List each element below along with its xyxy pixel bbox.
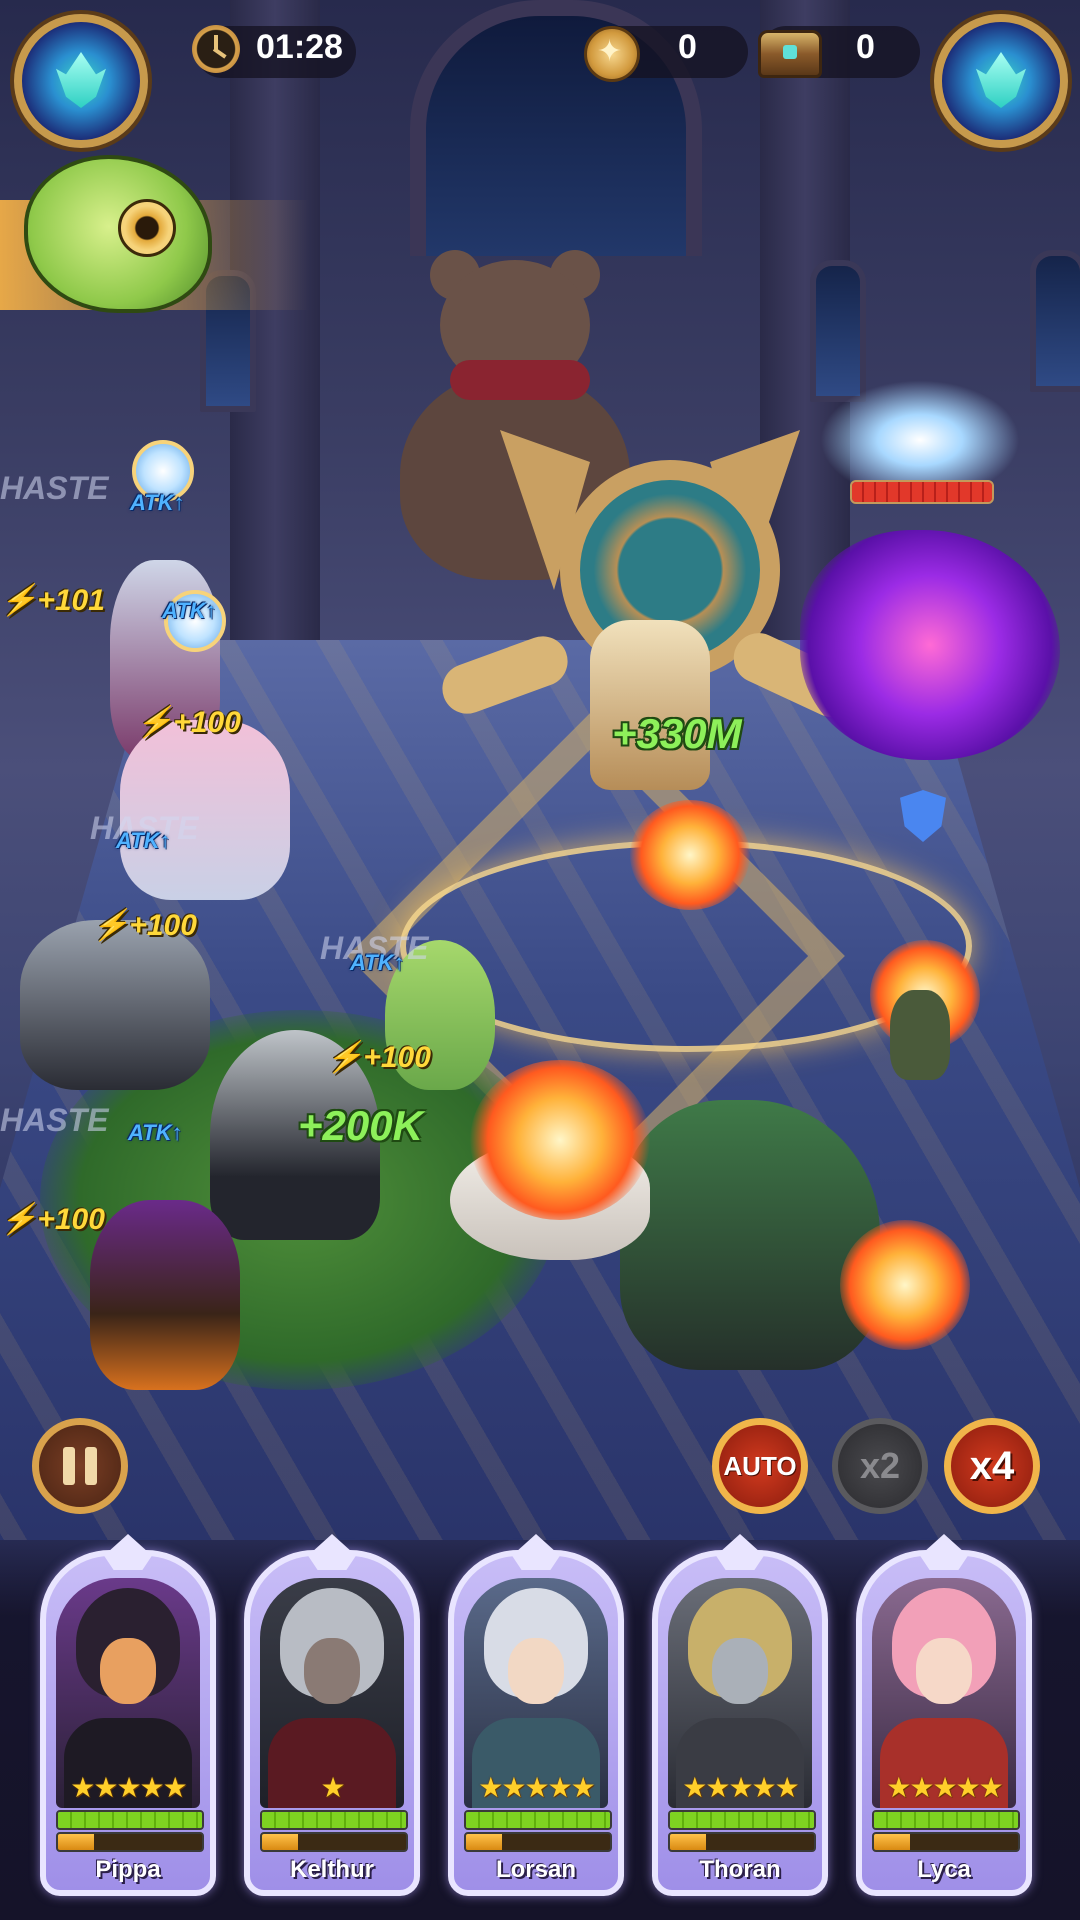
haste-text: HASTE: [0, 1102, 109, 1138]
treant-enemy[interactable]: [620, 1100, 880, 1370]
energy-gain-text: ⚡+100: [136, 706, 241, 739]
hero-card-pippa[interactable]: ★★★★★ Pippa: [40, 1534, 216, 1896]
heal-number-team: +200K: [298, 1102, 423, 1149]
clock-icon: [192, 25, 240, 73]
chest-count: 0: [856, 28, 875, 66]
hero-hp-bar: [56, 1810, 204, 1830]
hero-energy-bar: [260, 1832, 408, 1852]
energy-gain-text: ⚡+101: [0, 584, 105, 617]
fire-effect: [840, 1220, 970, 1350]
boss-golden-guardian[interactable]: [435, 420, 865, 820]
guild-emblem-right[interactable]: [934, 14, 1068, 148]
auto-battle-button[interactable]: AUTO: [712, 1418, 808, 1514]
heal-number-boss: +330M: [612, 710, 742, 757]
enemy-hp-bar: [850, 480, 994, 504]
lorsan-unit[interactable]: [20, 920, 210, 1090]
hero-hp-bar: [464, 1810, 612, 1830]
coin-icon: [584, 26, 640, 82]
pause-icon: [63, 1447, 75, 1485]
hero-card-kelthur[interactable]: ★ Kelthur: [244, 1534, 420, 1896]
atk-buff-text: ATK↑: [128, 1120, 183, 1145]
atk-buff-text: ATK↑: [350, 950, 405, 975]
goblin-enemy[interactable]: [890, 990, 950, 1080]
hero-energy-bar: [56, 1832, 204, 1852]
hero-name: Thoran: [699, 1856, 781, 1883]
energy-gain-text: ⚡+100: [0, 1203, 105, 1236]
speed-x2-button[interactable]: x2: [832, 1418, 928, 1514]
hero-star-rating: ★: [320, 1772, 345, 1803]
fire-effect: [630, 800, 750, 910]
pet-eye: [118, 199, 176, 257]
pause-icon: [85, 1447, 97, 1485]
crystal-icon: [56, 52, 106, 108]
atk-buff-text: ATK↑: [116, 828, 171, 853]
pause-button[interactable]: [32, 1418, 128, 1514]
hero-name: Lorsan: [495, 1856, 576, 1883]
coin-count: 0: [678, 28, 697, 66]
hero-star-rating: ★★★★★: [886, 1772, 1004, 1803]
hero-hp-bar: [260, 1810, 408, 1830]
hero-energy-bar: [668, 1832, 816, 1852]
hero-card-thoran[interactable]: ★★★★★ Thoran: [652, 1534, 828, 1896]
guild-emblem-left[interactable]: [14, 14, 148, 148]
energy-gain-text: ⚡+100: [326, 1041, 431, 1074]
hero-star-rating: ★★★★★: [478, 1772, 596, 1803]
haste-text: HASTE: [0, 470, 109, 506]
hero-star-rating: ★★★★★: [70, 1772, 188, 1803]
fire-effect: [470, 1060, 650, 1220]
purple-explosion-effect: [800, 530, 1060, 760]
hero-card-lyca[interactable]: ★★★★★ Lyca: [856, 1534, 1032, 1896]
hero-name: Lyca: [917, 1856, 971, 1883]
pippa-unit[interactable]: [90, 1200, 240, 1390]
hero-card-lorsan[interactable]: ★★★★★ Lorsan: [448, 1534, 624, 1896]
energy-gain-text: ⚡+100: [92, 909, 197, 942]
atk-buff-text: ATK↑: [162, 598, 217, 623]
atk-buff-text: ATK↑: [130, 490, 185, 515]
hero-hp-bar: [872, 1810, 1020, 1830]
hall-window: [1030, 250, 1080, 392]
hero-energy-bar: [464, 1832, 612, 1852]
battle-timer: 01:28: [256, 28, 343, 66]
treasure-chest-icon: [758, 30, 822, 78]
hero-name: Kelthur: [290, 1856, 374, 1883]
hero-star-rating: ★★★★★: [682, 1772, 800, 1803]
hero-energy-bar: [872, 1832, 1020, 1852]
hero-hp-bar: [668, 1810, 816, 1830]
crystal-icon: [976, 52, 1026, 108]
speed-x4-button[interactable]: x4: [944, 1418, 1040, 1514]
hero-name: Pippa: [95, 1856, 161, 1883]
